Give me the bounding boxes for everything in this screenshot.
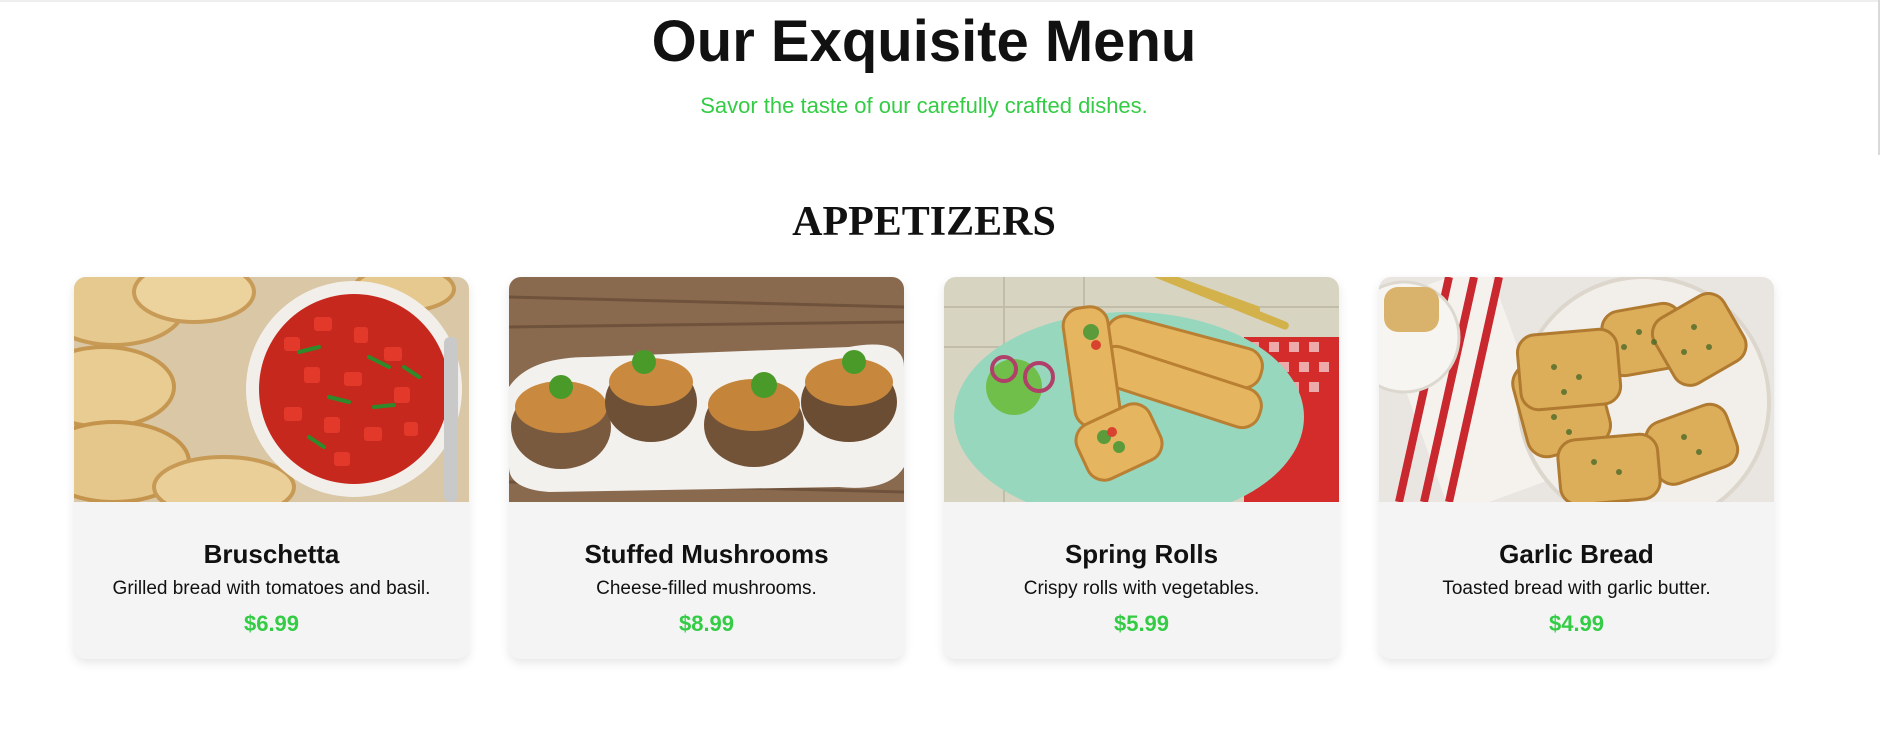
menu-card-stuffed-mushrooms[interactable]: Stuffed Mushrooms Cheese-filled mushroom… — [509, 277, 904, 659]
card-body: Spring Rolls Crispy rolls with vegetable… — [944, 502, 1339, 659]
page-title: Our Exquisite Menu — [651, 9, 1197, 74]
top-divider — [0, 0, 1880, 2]
item-description: Crispy rolls with vegetables. — [1023, 578, 1260, 599]
item-description: Grilled bread with tomatoes and basil. — [112, 578, 431, 599]
item-description: Cheese-filled mushrooms. — [596, 578, 817, 599]
item-name: Stuffed Mushrooms — [584, 539, 829, 569]
stuffed-mushrooms-photo — [509, 277, 904, 502]
menu-page: Our Exquisite Menu Savor the taste of ou… — [0, 0, 1880, 750]
menu-card-bruschetta[interactable]: Bruschetta Grilled bread with tomatoes a… — [74, 277, 469, 659]
bruschetta-photo — [74, 277, 469, 502]
item-name: Bruschetta — [203, 539, 340, 569]
page-subtitle: Savor the taste of our carefully crafted… — [700, 93, 1148, 118]
card-body: Bruschetta Grilled bread with tomatoes a… — [74, 502, 469, 659]
menu-cards: Bruschetta Grilled bread with tomatoes a… — [74, 277, 1776, 659]
item-name: Spring Rolls — [1064, 539, 1219, 569]
menu-card-garlic-bread[interactable]: Garlic Bread Toasted bread with garlic b… — [1379, 277, 1774, 659]
item-price: $4.99 — [1548, 611, 1605, 636]
card-body: Garlic Bread Toasted bread with garlic b… — [1379, 502, 1774, 659]
spring-rolls-photo — [944, 277, 1339, 502]
bruschetta-illustration — [74, 277, 469, 502]
garlic-bread-illustration — [1379, 277, 1774, 502]
menu-card-spring-rolls[interactable]: Spring Rolls Crispy rolls with vegetable… — [944, 277, 1339, 659]
spring-rolls-illustration — [944, 277, 1339, 502]
item-price: $5.99 — [1113, 611, 1170, 636]
garlic-bread-photo — [1379, 277, 1774, 502]
card-body: Stuffed Mushrooms Cheese-filled mushroom… — [509, 502, 904, 659]
section-heading-appetizers: APPETIZERS — [792, 199, 1056, 245]
stuffed-mushrooms-illustration — [509, 277, 904, 502]
item-price: $6.99 — [243, 611, 300, 636]
item-price: $8.99 — [678, 611, 735, 636]
item-name: Garlic Bread — [1499, 539, 1654, 569]
item-description: Toasted bread with garlic butter. — [1442, 578, 1711, 599]
